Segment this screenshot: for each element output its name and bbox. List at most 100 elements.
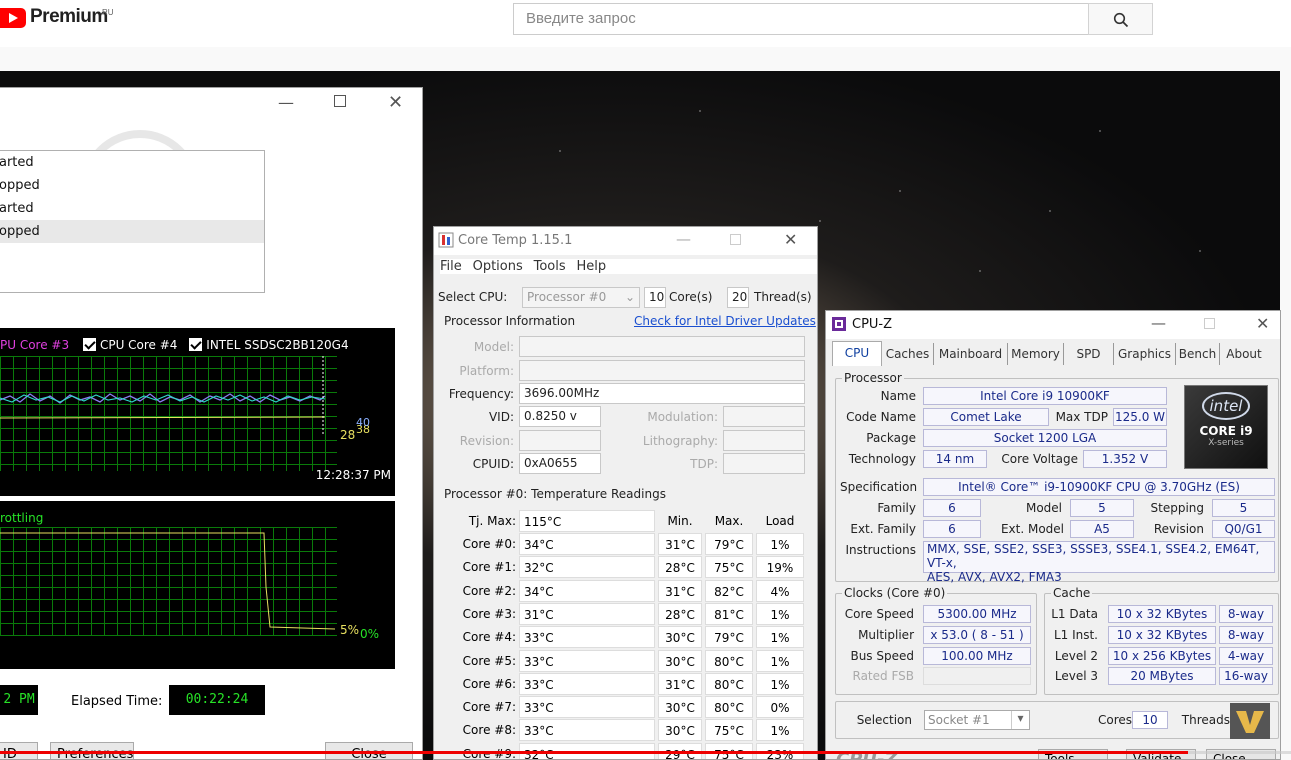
menu-help[interactable]: Help [576,259,606,274]
tab-spd[interactable]: SPD [1064,343,1114,365]
video-progress-fill [0,751,1188,754]
tab-bench[interactable]: Bench [1176,343,1220,365]
core-max: 81°C [705,602,753,625]
coretemp-app-icon [438,232,454,248]
maximize-icon[interactable] [1204,318,1215,329]
core-max: 75°C [705,556,753,579]
graph-value-a: 28 [340,428,356,442]
cpuid-label: CPUID: [472,457,514,471]
coretemp-menubar: File Options Tools Help [440,259,817,274]
core-temp: 33°C [519,719,655,742]
core-load: 1% [756,672,804,695]
selection-dropdown[interactable]: Socket #1 ▾ [924,710,1030,730]
cpuid-value: 0xA0655 [519,453,601,474]
instructions-label: Instructions [845,543,916,557]
youtube-brand[interactable]: Premium [30,6,108,28]
event-list[interactable]: arted opped arted opped [0,150,265,293]
list-item[interactable]: opped [0,220,264,243]
model-value: 5 [1070,499,1134,517]
l1data-label: L1 Data [1051,607,1098,621]
core-min: 30°C [658,649,702,672]
minimize-icon[interactable]: — [1151,314,1166,332]
list-item[interactable]: arted [0,197,264,220]
minimize-icon[interactable]: — [278,93,294,112]
core-load: 0% [756,696,804,719]
menu-file[interactable]: File [440,259,462,274]
legend-ssd-item[interactable]: INTEL SSDSC2BB120G4 [189,338,349,352]
throttling-line [0,532,336,630]
legend-core4: CPU Core #4 [99,338,178,352]
minimize-icon[interactable]: — [676,230,691,248]
core-name: Core #5: [462,653,516,668]
core-load: 1% [756,719,804,742]
extmodel-label: Ext. Model [1000,522,1064,536]
frequency-label: Frequency: [448,387,514,401]
tab-mainboard[interactable]: Mainboard [934,343,1008,365]
youtube-logo-icon[interactable] [0,8,26,28]
codename-value: Comet Lake [923,408,1049,426]
select-cpu-dropdown[interactable]: Processor #0 ⌄ [522,287,640,308]
core-max: 80°C [705,672,753,695]
maximize-icon[interactable] [730,234,741,245]
tdp-value [723,453,805,474]
checkbox-icon[interactable] [189,338,203,351]
family-value: 6 [923,499,981,517]
maxtdp-value: 125.0 W [1113,408,1167,426]
codename-label: Code Name [846,410,916,424]
tab-cpu[interactable]: CPU [832,341,882,366]
l2-label: Level 2 [1054,649,1098,663]
core-max: 82°C [705,579,753,602]
driver-updates-link[interactable]: Check for Intel Driver Updates [634,314,816,328]
core-min: 31°C [658,533,702,555]
core-load: 1% [756,602,804,625]
legend-core4-item[interactable]: CPU Core #4 [82,338,178,352]
list-item[interactable]: opped [0,174,264,197]
tab-caches[interactable]: Caches [882,343,934,365]
threads-label: Threads [1181,713,1230,727]
maximize-icon[interactable] [334,95,346,107]
logo-line3: X-series [1208,438,1244,448]
busspeed-value: 100.00 MHz [923,647,1031,665]
core-temp: 33°C [519,696,655,719]
core-name: Core #0: [462,537,516,551]
logo-line2: CORE i9 [1199,424,1253,438]
close-icon[interactable]: ✕ [1256,314,1269,333]
menu-options[interactable]: Options [473,259,523,274]
maxtdp-label: Max TDP [1055,410,1108,424]
core-min: 30°C [658,696,702,719]
close-icon[interactable]: ✕ [388,92,403,113]
tab-about[interactable]: About [1220,343,1268,365]
search-input[interactable]: Введите запрос [513,3,1089,35]
table-row: Core #4: 33°C 30°C 79°C 1% [439,626,805,649]
graph-value-c: 40 [356,416,370,429]
corevoltage-label: Core Voltage [1001,452,1078,466]
modulation-value [723,406,805,427]
search-button[interactable] [1088,3,1153,35]
package-label: Package [866,431,916,445]
lithography-value [723,430,805,451]
table-row: Core #2: 34°C 31°C 82°C 4% [439,579,805,603]
table-row: Core #8: 33°C 30°C 75°C 1% [439,719,805,742]
video-progress-bar[interactable] [0,751,1291,754]
close-icon[interactable]: ✕ [784,230,797,249]
coretemp-title: Core Temp 1.15.1 [458,233,573,248]
tjmax-row: Tj. Max: 115°C Min. Max. Load [439,510,805,533]
intel-core-i9-logo: intel CORE i9 X-series [1184,385,1268,469]
tab-memory[interactable]: Memory [1008,343,1064,365]
menu-tools[interactable]: Tools [534,259,566,274]
l3-way: 16-way [1219,667,1273,685]
checkbox-icon[interactable] [82,338,96,351]
coretemp-titlebar: Core Temp 1.15.1 — ✕ [434,227,817,255]
vid-label: VID: [488,410,514,424]
threads-count: 20 [727,287,749,308]
col-max-header: Max. [714,514,744,528]
cores-count: 10 [644,287,666,308]
cache-group-title: Cache [1051,586,1093,600]
revision-value [519,430,601,451]
graph-legend: PU Core #3 CPU Core #4 INTEL SSDSC2BB120… [0,338,349,352]
tab-graphics[interactable]: Graphics [1114,343,1176,365]
core-temp: 33°C [519,649,655,672]
table-row: Core #7: 33°C 30°C 80°C 0% [439,696,805,719]
l3-value: 20 MBytes [1108,667,1216,685]
list-item[interactable]: arted [0,151,264,174]
